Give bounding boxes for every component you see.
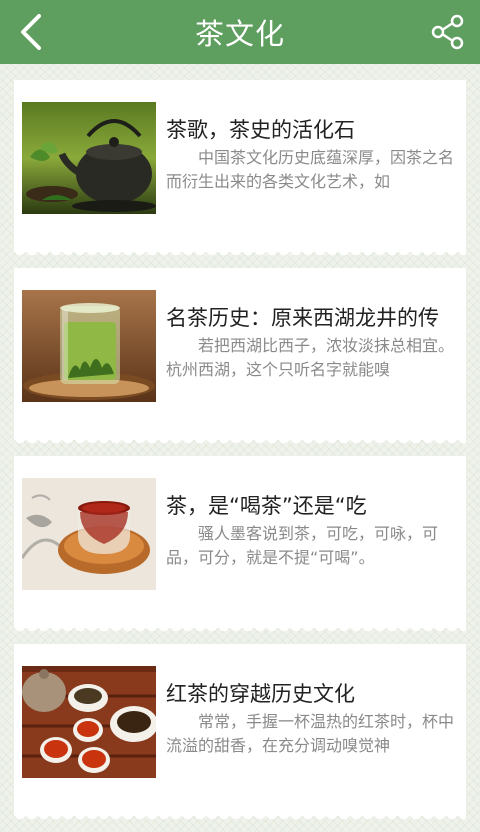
share-icon <box>431 14 464 50</box>
article-title: 茶歌，茶史的活化石 <box>166 118 355 142</box>
page-title: 茶文化 <box>194 17 285 51</box>
article-card[interactable]: 茶，是“喝茶”还是“吃 骚人墨客说到茶，可吃，可咏，可品，可分，就是不提“可喝”… <box>14 456 466 636</box>
article-summary: 常常，手握一杯温热的红茶时，杯中流溢的甜香，在充分调动嗅觉神 <box>166 712 455 755</box>
teapot-image <box>22 102 156 214</box>
longjing-tea-glass-image <box>22 290 156 402</box>
article-summary: 中国茶文化历史底蕴深厚，因茶之名而衍生出来的各类文化艺术，如 <box>166 148 455 191</box>
red-tea-cup-image <box>22 478 156 590</box>
article-title: 红茶的穿越历史文化 <box>166 682 355 706</box>
article-title: 名茶历史：原来西湖龙井的传 <box>166 306 439 330</box>
article-card[interactable]: 茶歌，茶史的活化石 中国茶文化历史底蕴深厚，因茶之名而衍生出来的各类文化艺术，如 <box>14 80 466 260</box>
article-summary: 骚人墨客说到茶，可吃，可咏，可品，可分，就是不提“可喝”。 <box>166 524 439 567</box>
article-title: 茶，是“喝茶”还是“吃 <box>166 494 367 518</box>
black-tea-set-image <box>22 666 156 778</box>
back-arrow-icon <box>21 14 41 50</box>
share-button[interactable] <box>424 8 472 56</box>
back-button[interactable] <box>8 8 56 56</box>
top-bar: 茶文化 <box>0 0 480 64</box>
article-card[interactable]: 名茶历史：原来西湖龙井的传 若把西湖比西子，浓妆淡抹总相宜。杭州西湖，这个只听名… <box>14 268 466 448</box>
article-summary: 若把西湖比西子，浓妆淡抹总相宜。杭州西湖，这个只听名字就能嗅 <box>166 336 455 379</box>
article-list: 茶歌，茶史的活化石 中国茶文化历史底蕴深厚，因茶之名而衍生出来的各类文化艺术，如 <box>14 80 466 832</box>
article-card[interactable]: 红茶的穿越历史文化 常常，手握一杯温热的红茶时，杯中流溢的甜香，在充分调动嗅觉神 <box>14 644 466 824</box>
